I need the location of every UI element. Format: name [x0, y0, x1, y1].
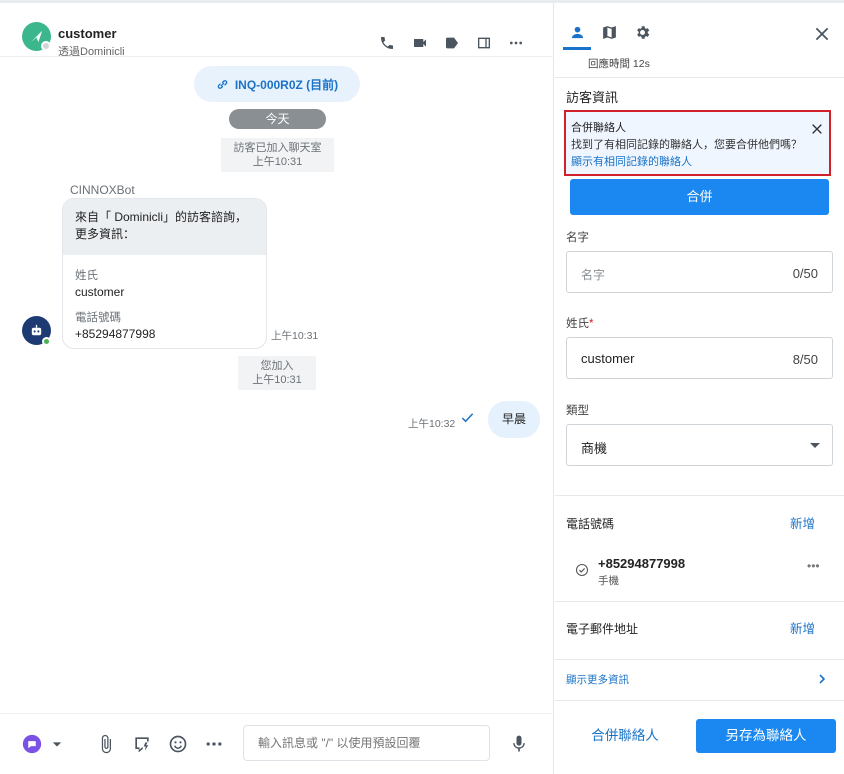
customer-status-dot	[41, 41, 51, 51]
chat-bubble-icon	[22, 734, 42, 754]
divider	[555, 77, 844, 78]
video-icon[interactable]	[410, 33, 430, 53]
bot-card-intro: 來自「 Dominicli」的訪客諮詢， 更多資訊：	[63, 199, 266, 255]
panel-tabs	[555, 11, 844, 51]
contact-channel: 透過Dominicli	[58, 46, 125, 58]
response-time: 回應時間 12s	[588, 58, 650, 70]
bot-status-dot	[42, 337, 51, 346]
message-input[interactable]	[243, 725, 490, 761]
robot-icon	[31, 324, 42, 336]
field-value-last-name: customer	[75, 285, 125, 299]
inquiry-pill[interactable]: INQ-000R0Z (目前)	[194, 66, 360, 102]
attachment-icon[interactable]	[94, 732, 118, 756]
system-message-joined: 訪客已加入聊天室 上午10:31	[221, 138, 334, 172]
contact-name: customer	[58, 26, 117, 41]
divider	[555, 495, 844, 496]
composer	[0, 713, 554, 774]
last-name-field[interactable]: customer 8/50	[566, 337, 833, 379]
contact-panel: 回應時間 12s 訪客資訊 合併聯絡人 找到了有相同記錄的聯絡人，您要合併他們嗎…	[555, 3, 844, 774]
gear-icon	[636, 25, 649, 39]
add-email-button[interactable]: 新增	[790, 618, 815, 637]
alert-title: 合併聯絡人	[571, 122, 626, 134]
field-label-phone: 電話號碼	[75, 312, 121, 324]
more-options-icon[interactable]	[202, 732, 226, 756]
system-message-text: 訪客已加入聊天室	[233, 142, 322, 154]
message-list: INQ-000R0Z (目前) 今天 訪客已加入聊天室 上午10:31 CINN…	[0, 58, 554, 713]
last-name-value: customer	[581, 351, 635, 366]
divider	[555, 700, 844, 701]
close-icon[interactable]	[813, 25, 831, 43]
dismiss-icon[interactable]	[810, 122, 824, 136]
first-name-counter: 0/50	[792, 266, 818, 281]
panel-toggle-icon[interactable]	[474, 33, 494, 53]
phone-more-icon[interactable]: •••	[807, 559, 820, 573]
microphone-icon[interactable]	[507, 732, 531, 756]
outgoing-message: 早晨	[488, 401, 540, 438]
inquiry-label: INQ-000R0Z (目前)	[234, 77, 339, 92]
tab-visitor-info[interactable]	[564, 19, 590, 45]
outgoing-message-time: 上午10:32	[408, 418, 456, 430]
save-as-contact-button[interactable]: 另存為聯絡人	[696, 719, 836, 753]
bot-intro-line: 更多資訊：	[75, 227, 136, 241]
channel-selector[interactable]	[20, 732, 44, 756]
chat-header: customer 透過Dominicli	[0, 11, 554, 58]
show-duplicates-link[interactable]: 顯示有相同記錄的聯絡人	[571, 153, 692, 169]
email-section-label: 電子郵件地址	[566, 622, 639, 636]
first-name-placeholder: 名字	[581, 268, 606, 282]
merge-contact-button[interactable]: 合併聯絡人	[566, 719, 684, 753]
divider	[555, 659, 844, 660]
active-tab-indicator	[563, 47, 591, 50]
tab-settings[interactable]	[629, 19, 655, 45]
link-icon	[217, 79, 228, 89]
bot-intro-line: 來自「 Dominicli」的訪客諮詢，	[75, 210, 248, 224]
type-select[interactable]: 商機	[566, 424, 833, 466]
field-label-last-name: 姓氏	[75, 270, 98, 282]
chevron-right-icon[interactable]	[816, 673, 828, 685]
field-value-phone: +85294877998	[75, 327, 156, 341]
last-name-counter: 8/50	[792, 352, 818, 367]
required-marker: *	[589, 318, 594, 330]
tab-map[interactable]	[596, 19, 622, 45]
divider	[555, 601, 844, 602]
quick-reply-icon[interactable]	[130, 732, 154, 756]
system-message-time: 上午10:31	[252, 374, 302, 386]
date-divider: 今天	[229, 109, 326, 129]
emoji-icon[interactable]	[166, 732, 190, 756]
person-icon	[571, 26, 583, 38]
phone-section-label: 電話號碼	[566, 517, 615, 531]
system-message-you-joined: 您加入 上午10:31	[238, 356, 316, 390]
panel-footer: 合併聯絡人 另存為聯絡人	[555, 705, 844, 774]
tag-icon[interactable]	[442, 33, 462, 53]
merge-alert: 合併聯絡人 找到了有相同記錄的聯絡人，您要合併他們嗎？ 顯示有相同記錄的聯絡人	[564, 110, 831, 176]
phone-type: 手機	[598, 575, 619, 587]
bot-message-time: 上午10:31	[271, 330, 319, 342]
type-value: 商機	[581, 441, 608, 456]
system-message-time: 上午10:31	[252, 156, 303, 168]
verified-check-icon	[575, 563, 589, 577]
add-phone-button[interactable]: 新增	[790, 513, 815, 532]
map-icon	[602, 25, 616, 39]
alert-text: 找到了有相同記錄的聯絡人，您要合併他們嗎？	[571, 139, 802, 151]
merge-button[interactable]: 合併	[570, 179, 829, 215]
check-icon	[461, 413, 474, 423]
phone-icon[interactable]	[377, 33, 397, 53]
chat-pane: customer 透過Dominicli INQ-000R0Z (目前) 今天 …	[0, 3, 554, 774]
chevron-down-icon	[810, 443, 820, 448]
first-name-field[interactable]: 名字 0/50	[566, 251, 833, 293]
bot-name: CINNOXBot	[70, 183, 135, 197]
system-message-text: 您加入	[260, 360, 294, 372]
bot-card-fields: 姓氏 customer 電話號碼 +85294877998	[63, 255, 266, 348]
section-title-visitor-info: 訪客資訊	[566, 90, 619, 105]
last-name-label-text: 姓氏	[566, 318, 589, 330]
type-label: 類型	[566, 405, 589, 417]
last-name-label: 姓氏*	[566, 315, 593, 331]
first-name-label: 名字	[566, 232, 589, 244]
phone-number: +85294877998	[598, 556, 686, 571]
chevron-down-icon[interactable]	[47, 732, 67, 756]
show-more-info-link[interactable]: 顯示更多資訊	[566, 672, 629, 687]
more-icon[interactable]	[506, 33, 526, 53]
bot-message-card: 來自「 Dominicli」的訪客諮詢， 更多資訊： 姓氏 customer 電…	[62, 198, 267, 349]
